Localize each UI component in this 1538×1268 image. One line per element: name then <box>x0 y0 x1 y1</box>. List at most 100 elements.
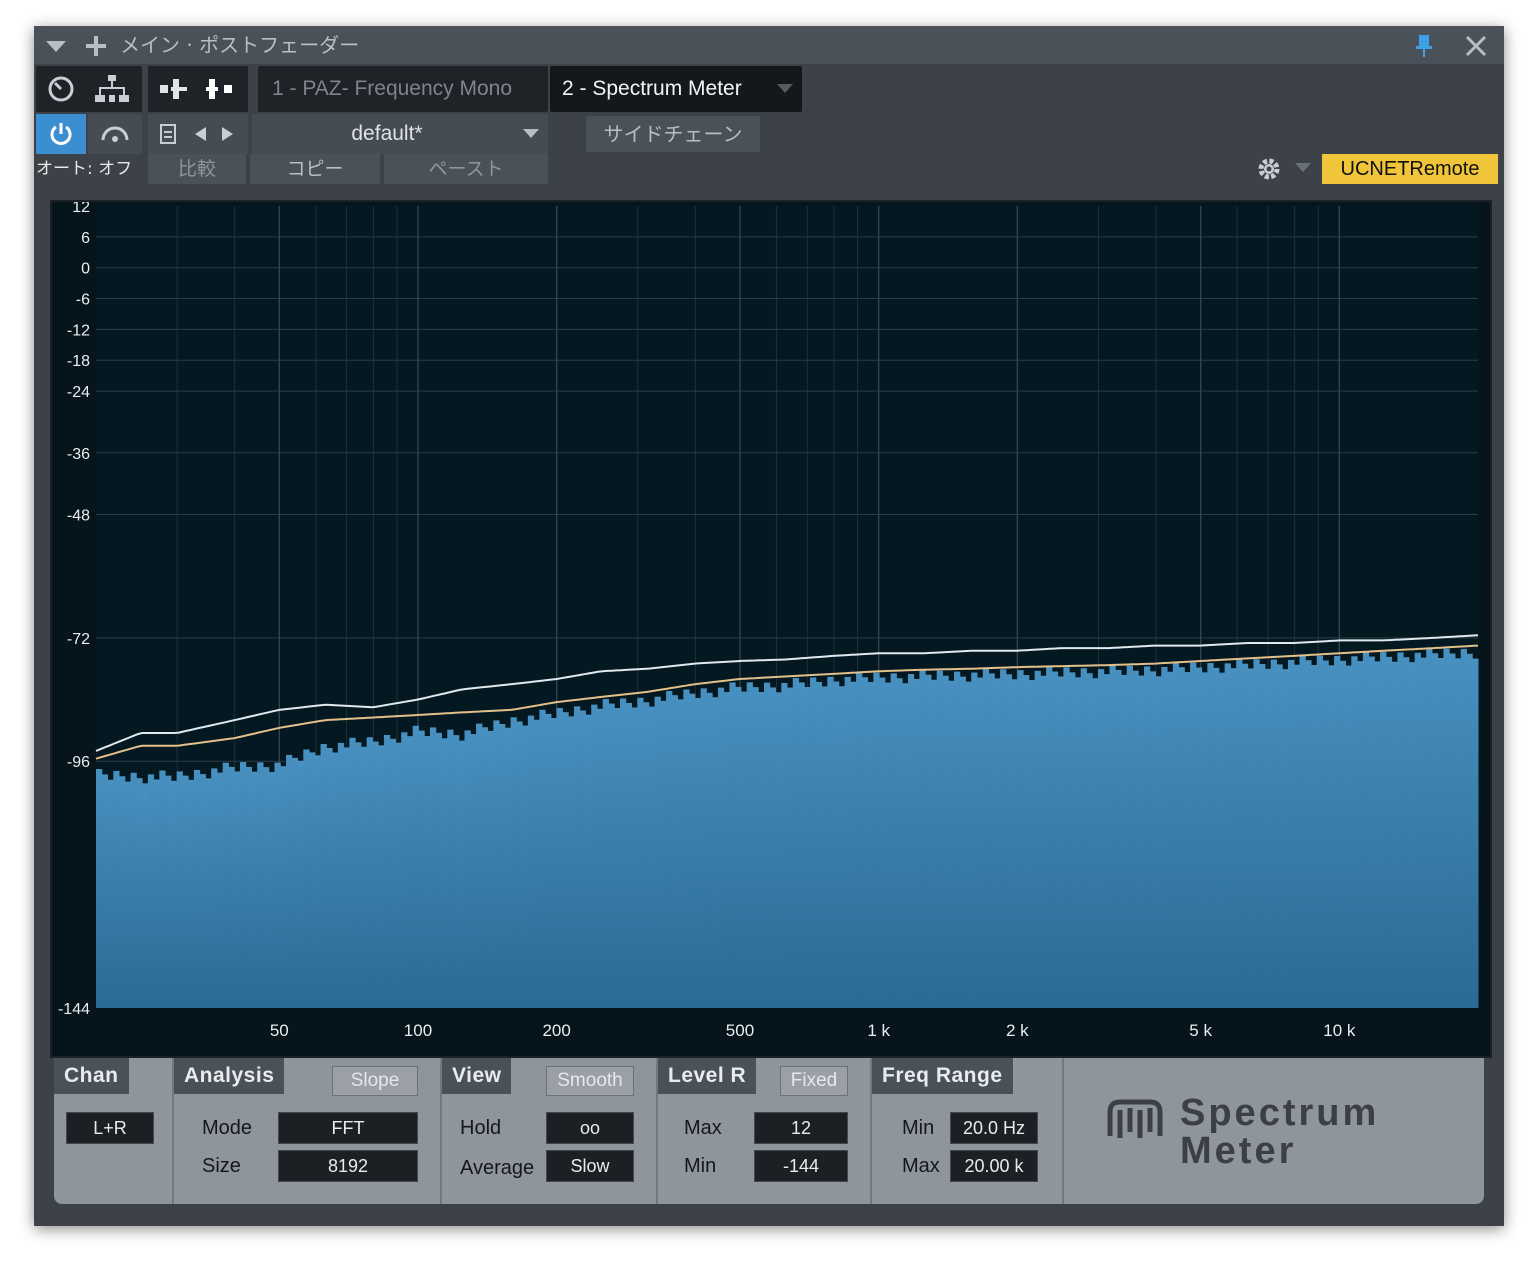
spectrum-bar <box>464 730 471 1008</box>
routing-buttons <box>36 66 142 112</box>
x-tick-label: 50 <box>270 1021 289 1040</box>
spectrum-bar <box>1236 658 1243 1008</box>
spectrum-bar <box>1132 670 1139 1008</box>
spectrum-bar <box>1000 669 1007 1008</box>
freq-max-value[interactable]: 20.00 k <box>950 1150 1038 1182</box>
insert-slot-1[interactable]: 1 - PAZ- Frequency Mono <box>258 66 548 112</box>
freq-min-value[interactable]: 20.0 Hz <box>950 1112 1038 1144</box>
mono-layout-icon[interactable] <box>158 76 192 102</box>
spectrum-bar <box>96 769 103 1008</box>
spectrum-chart: 12 6 0 -6 -12 -18 -24 -36 -48 -72 -96 -144 50 100 200 5… <box>58 199 1479 1040</box>
y-tick-label: -6 <box>76 292 90 309</box>
spectrum-bar <box>625 702 633 1008</box>
preset-file-icon[interactable] <box>158 123 178 145</box>
spectrum-bar <box>286 754 293 1008</box>
level-max-value[interactable]: 12 <box>754 1112 848 1144</box>
spectrum-bar <box>130 772 137 1008</box>
spectrum-bar <box>1368 656 1375 1008</box>
chevron-down-icon[interactable] <box>776 83 794 95</box>
spectrum-bar <box>573 706 581 1008</box>
spectrum-bar <box>654 696 661 1008</box>
stereo-layout-icon[interactable] <box>204 76 238 102</box>
average-select[interactable]: Slow <box>546 1150 634 1182</box>
spectrum-bar <box>320 744 327 1008</box>
hold-select[interactable]: oo <box>546 1112 634 1144</box>
spectrum-bar <box>1443 648 1450 1008</box>
paste-button[interactable]: ペースト <box>384 154 548 184</box>
prev-preset-icon[interactable] <box>192 125 208 143</box>
pin-icon[interactable] <box>1414 33 1434 59</box>
spectrum-bar <box>810 677 817 1008</box>
next-preset-icon[interactable] <box>220 125 236 143</box>
ucnet-remote-button[interactable]: UCNETRemote <box>1322 154 1498 184</box>
spectrum-bar <box>1034 670 1041 1008</box>
spectrum-bar <box>349 737 356 1008</box>
spectrum-bar <box>890 673 897 1008</box>
clock-icon[interactable] <box>46 74 76 104</box>
spectrum-bar <box>620 698 627 1008</box>
spectrum-bar <box>1276 664 1283 1008</box>
spectrum-bar <box>193 769 201 1008</box>
spectrum-bar <box>176 771 183 1008</box>
average-label: Average <box>460 1157 535 1179</box>
y-tick-label: -36 <box>67 446 90 463</box>
smooth-toggle[interactable]: Smooth <box>546 1066 634 1096</box>
close-icon[interactable] <box>1464 34 1488 58</box>
routing-icon[interactable] <box>94 73 130 105</box>
spectrum-bar <box>787 687 794 1008</box>
spectrum-bar <box>159 770 166 1008</box>
spectrum-bar <box>677 699 684 1008</box>
x-tick-label: 100 <box>404 1021 432 1040</box>
power-button[interactable] <box>36 114 86 154</box>
spectrum-bar <box>689 693 696 1008</box>
spectrum-bar <box>953 671 961 1008</box>
mode-select[interactable]: FFT <box>278 1112 418 1144</box>
spectrum-bar <box>1172 662 1180 1008</box>
insert-slot-2[interactable]: 2 - Spectrum Meter <box>550 66 802 112</box>
automation-status[interactable]: オート: オフ <box>36 154 132 184</box>
spectrum-bar <box>1149 671 1157 1008</box>
y-tick-label: -72 <box>67 631 90 648</box>
add-icon[interactable] <box>84 34 108 58</box>
x-tick-label: 200 <box>542 1021 570 1040</box>
spectrum-bar <box>660 700 667 1008</box>
settings-dropdown-icon[interactable] <box>1294 162 1312 174</box>
slope-toggle[interactable]: Slope <box>332 1066 418 1096</box>
spectrum-bar <box>1380 652 1387 1008</box>
spectrum-bar <box>1374 661 1381 1008</box>
spectrum-bar <box>608 703 615 1008</box>
view-section-title: View <box>442 1058 512 1094</box>
spectrum-bar <box>942 675 949 1008</box>
sidechain-button[interactable]: サイドチェーン <box>586 116 760 152</box>
channel-select[interactable]: L+R <box>66 1112 154 1144</box>
spectrum-bar <box>1063 667 1070 1008</box>
spectrum-bar <box>781 682 788 1008</box>
collapse-triangle-icon[interactable] <box>44 38 68 54</box>
fixed-toggle[interactable]: Fixed <box>780 1066 848 1096</box>
spectrum-bar <box>372 741 379 1008</box>
gear-icon[interactable] <box>1256 156 1282 182</box>
monitor-button[interactable] <box>88 114 142 154</box>
spectrum-bar <box>251 771 258 1008</box>
spectrum-bar <box>147 774 155 1008</box>
freq-range-section-title: Freq Range <box>872 1058 1013 1094</box>
spectrum-bar <box>1431 653 1439 1008</box>
headphones-icon <box>101 126 129 142</box>
spectrum-bar <box>1316 655 1324 1008</box>
compare-button[interactable]: 比較 <box>148 154 246 184</box>
spectrum-bar <box>303 749 310 1008</box>
level-min-value[interactable]: -144 <box>754 1150 848 1182</box>
size-select[interactable]: 8192 <box>278 1150 418 1182</box>
preset-selector[interactable]: default* <box>252 114 548 154</box>
control-panel: Chan L+R Analysis Slope Mode FFT Size 81… <box>54 1058 1484 1204</box>
spectrum-bar <box>1414 652 1421 1008</box>
copy-button[interactable]: コピー <box>250 154 380 184</box>
spectrum-bar <box>142 783 149 1008</box>
spectrum-bar <box>568 716 575 1008</box>
spectrum-bar <box>1028 680 1036 1008</box>
spectrum-bar <box>1057 676 1064 1008</box>
y-tick-label: -18 <box>67 353 90 370</box>
spectrum-bar <box>833 681 840 1008</box>
spectrum-bar <box>205 778 212 1008</box>
spectrum-bar <box>343 747 350 1008</box>
